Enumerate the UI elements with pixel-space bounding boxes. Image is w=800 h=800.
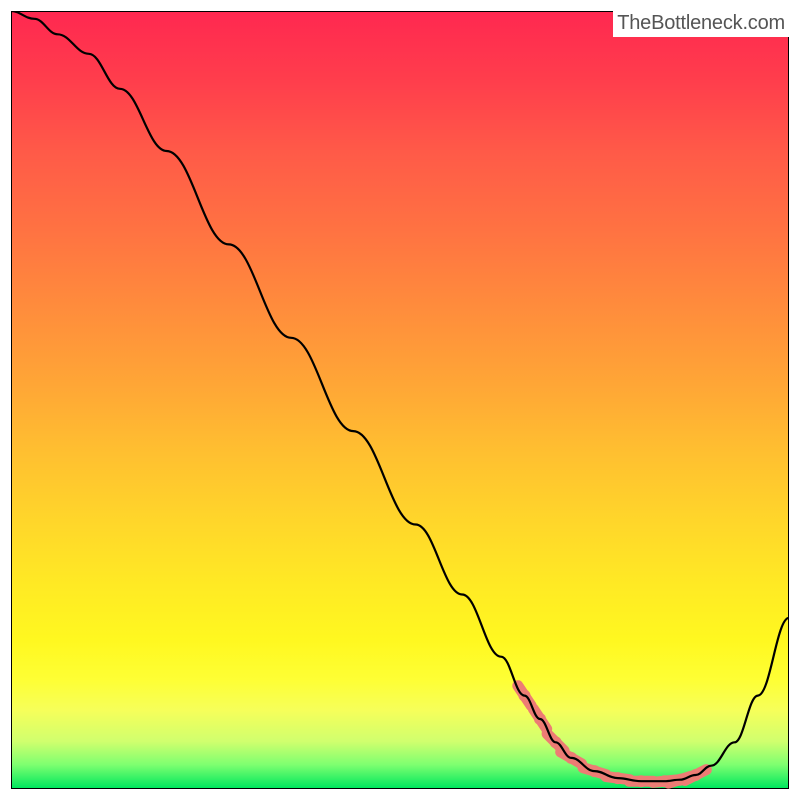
curve-layer <box>11 11 789 789</box>
watermark-label: TheBottleneck.com <box>613 11 789 37</box>
bottleneck-curve <box>11 11 789 781</box>
chart-stage: TheBottleneck.com <box>0 0 800 800</box>
highlight-group <box>518 686 707 788</box>
